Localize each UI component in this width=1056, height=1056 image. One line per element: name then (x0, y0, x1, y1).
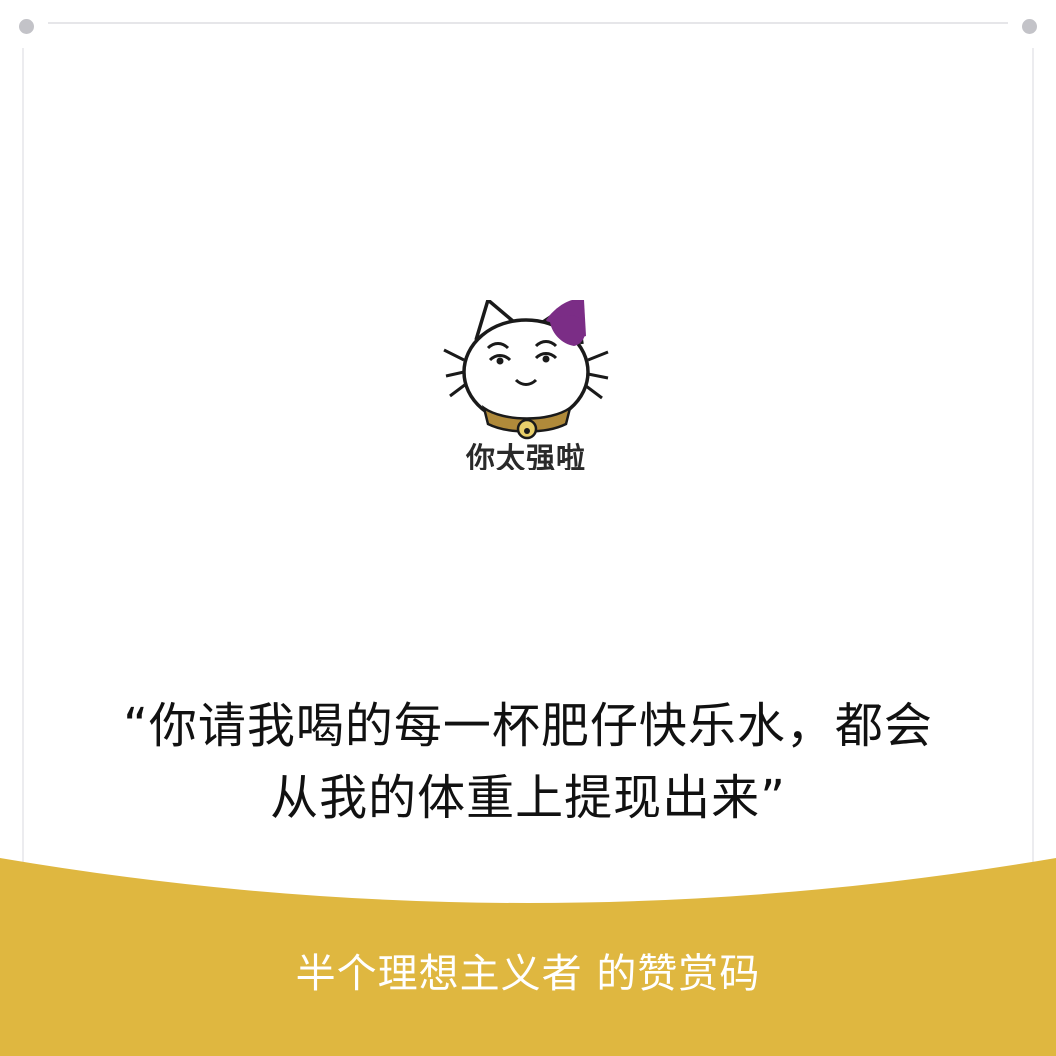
quote-line-2: 从我的体重上提现出来” (270, 770, 786, 826)
sticker-image: 你太强啦 (438, 300, 614, 470)
reward-code-card: 你太强啦 “你请我喝的每一杯肥仔快乐水，都会 从我的体重上提现出来” 半个理想主… (0, 0, 1056, 1056)
reward-code-label: 半个理想主义者 的赞赏码 (295, 951, 761, 997)
right-rail-dot (1022, 19, 1037, 34)
top-divider (48, 22, 1008, 24)
card-left-border (22, 48, 24, 888)
left-rail-dot (19, 19, 34, 34)
quote-line-1: “你请我喝的每一杯肥仔快乐水，都会 (123, 698, 933, 754)
cat-sticker-icon (443, 300, 609, 440)
sticker-caption: 你太强啦 (465, 441, 586, 470)
card-right-border (1032, 48, 1034, 888)
reward-quote: “你请我喝的每一杯肥仔快乐水，都会 从我的体重上提现出来” (60, 690, 996, 834)
